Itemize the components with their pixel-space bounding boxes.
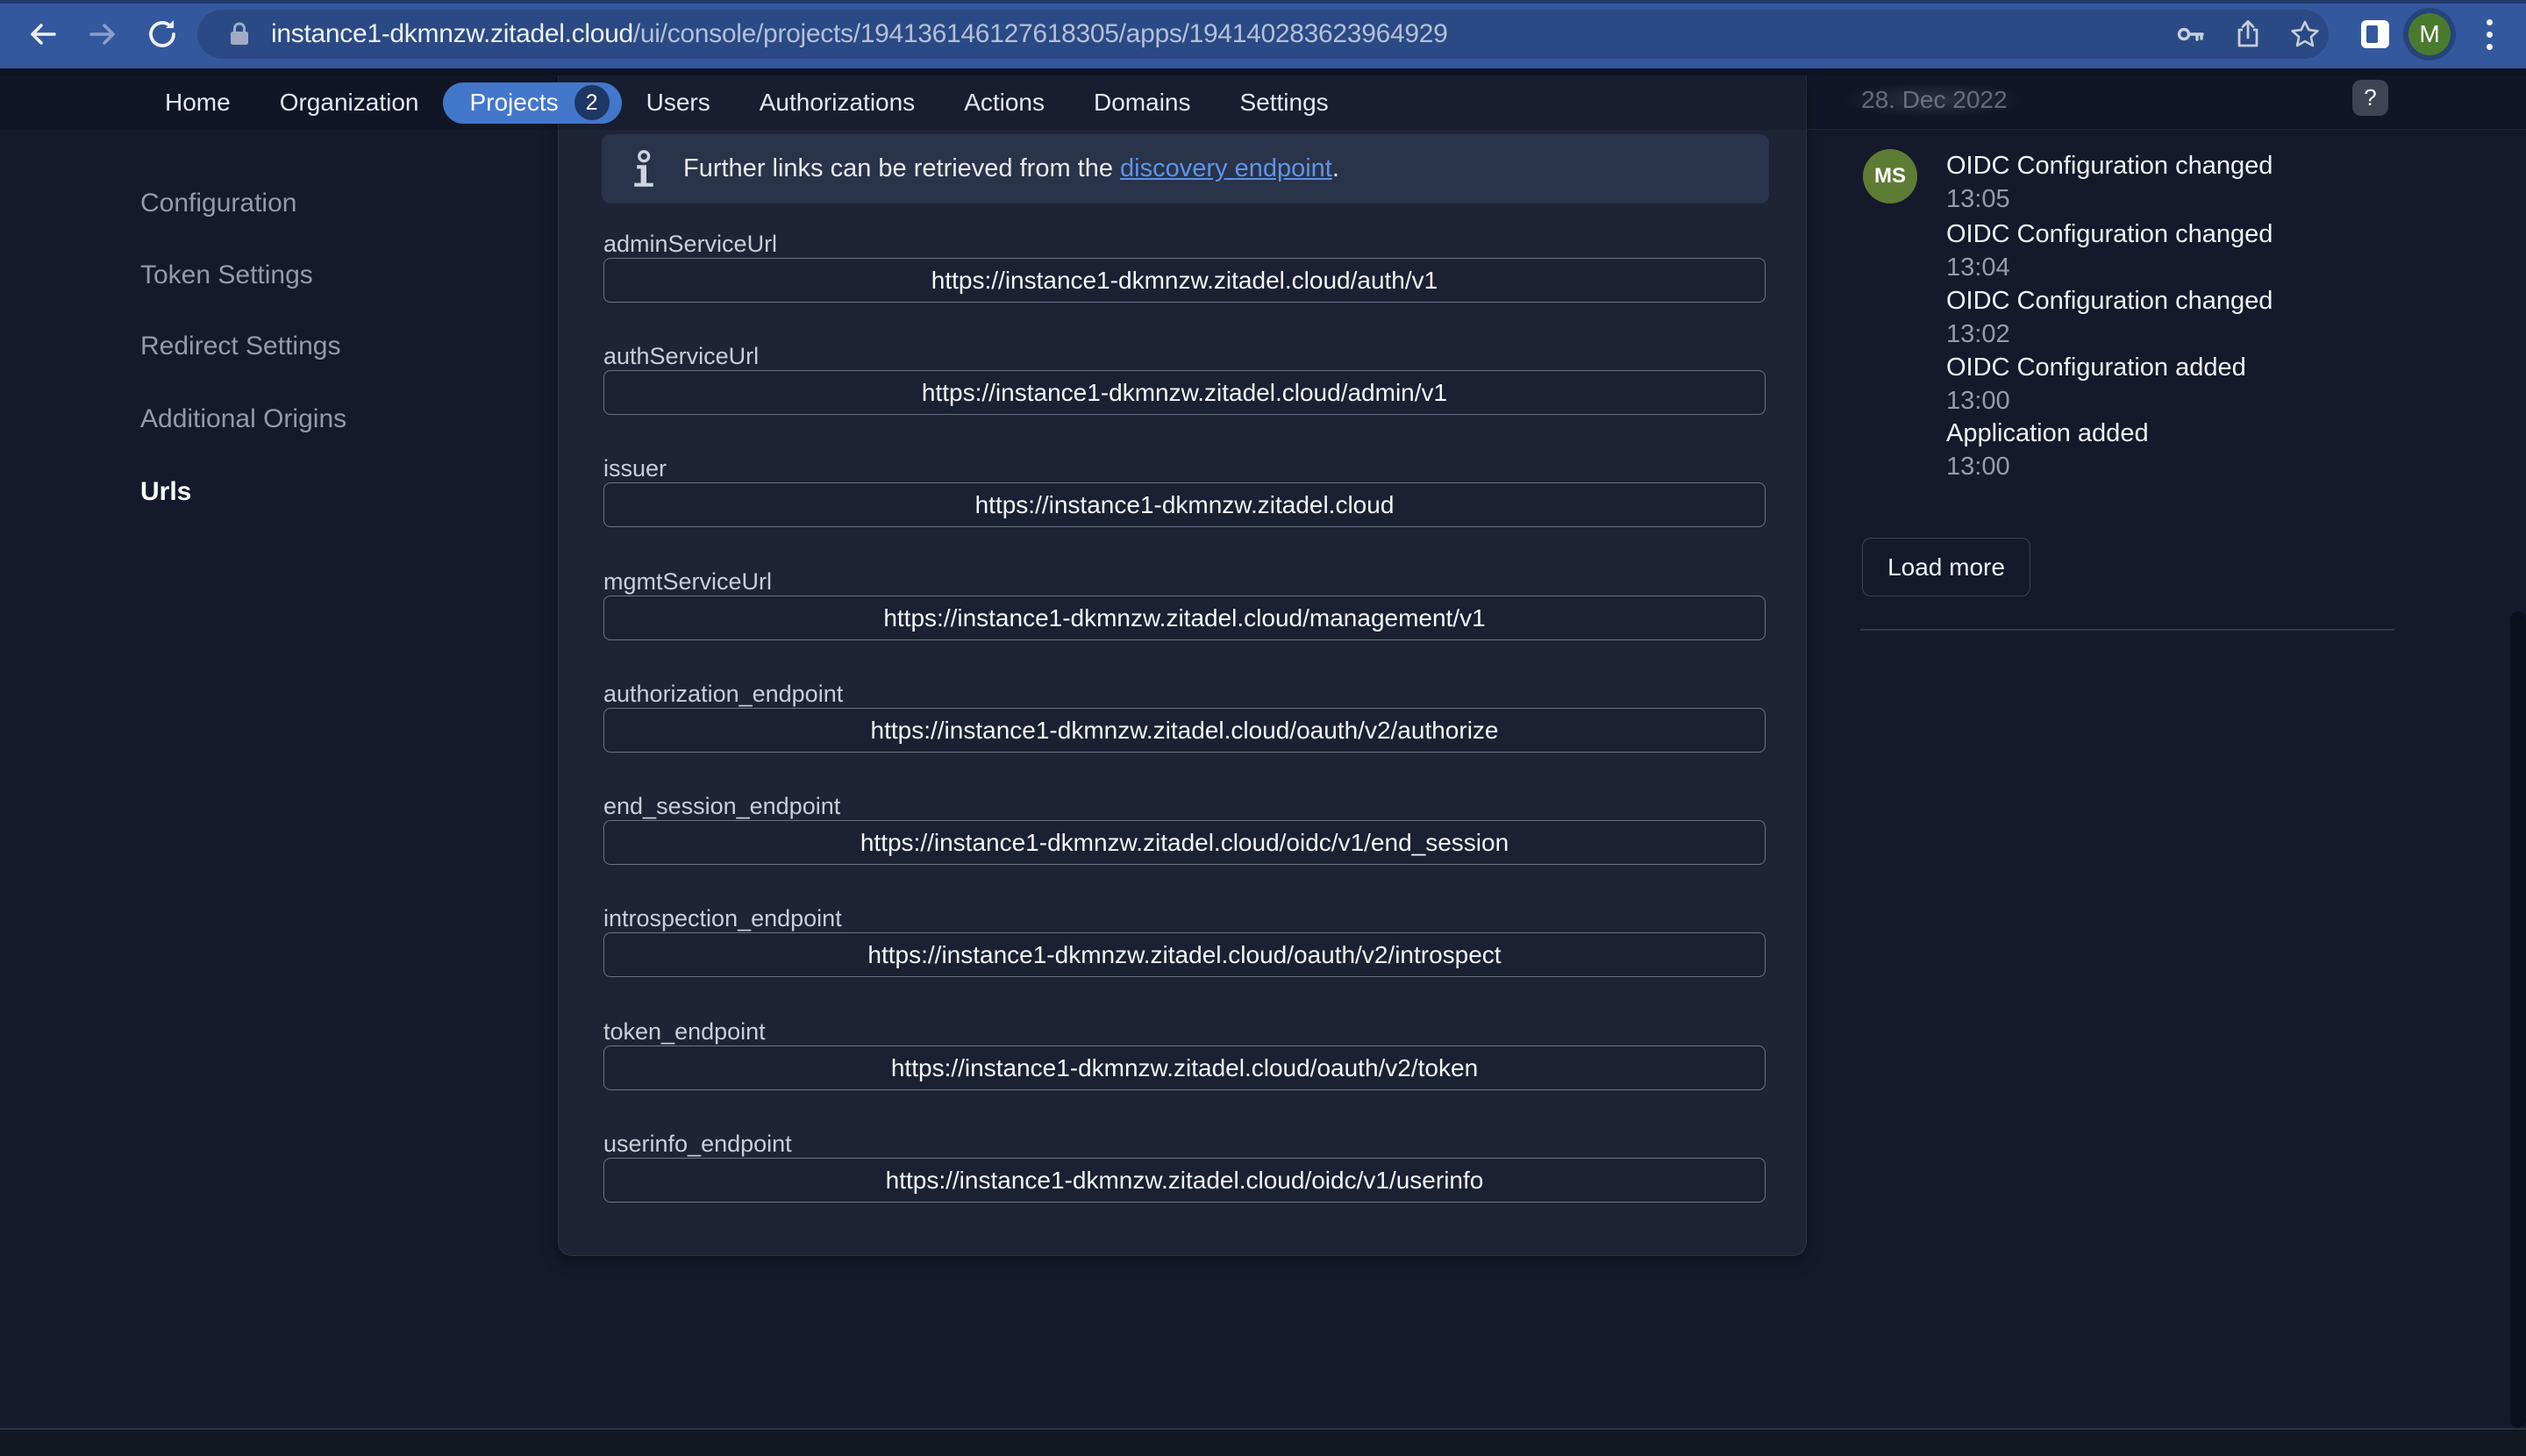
timeline-event: OIDC Configuration changed 13:02 <box>1946 287 2273 349</box>
field-label: token_endpoint <box>603 1018 766 1046</box>
field-label: authorization_endpoint <box>603 681 843 708</box>
sidebar-item-configuration[interactable]: Configuration <box>140 189 296 218</box>
tab-projects[interactable]: Projects 2 <box>443 82 621 124</box>
field-mgmtserviceurl: mgmtServiceUrl https://instance1-dkmnzw.… <box>602 568 1766 642</box>
address-bar[interactable]: instance1-dkmnzw.zitadel.cloud/ui/consol… <box>197 10 2329 59</box>
authserviceurl-input[interactable]: https://instance1-dkmnzw.zitadel.cloud/a… <box>603 370 1766 415</box>
userinfo-endpoint-input[interactable]: https://instance1-dkmnzw.zitadel.cloud/o… <box>603 1158 1766 1203</box>
projects-count-badge: 2 <box>574 85 610 120</box>
timeline-event: OIDC Configuration changed 13:05 <box>1946 152 2273 214</box>
timeline-event: OIDC Configuration added 13:00 <box>1946 353 2246 416</box>
key-icon[interactable] <box>2175 18 2207 50</box>
field-authorization-endpoint: authorization_endpoint https://instance1… <box>602 681 1766 754</box>
browser-profile-avatar[interactable]: M <box>2408 13 2451 55</box>
discovery-info-banner: Further links can be retrieved from the … <box>602 134 1769 203</box>
field-label: authServiceUrl <box>603 343 759 370</box>
event-title: OIDC Configuration changed <box>1946 220 2273 249</box>
sidebar-item-token-settings[interactable]: Token Settings <box>140 261 313 290</box>
back-icon <box>25 16 61 53</box>
reload-button[interactable] <box>142 14 182 54</box>
event-time: 13:00 <box>1946 453 2149 482</box>
help-button[interactable]: ? <box>2352 80 2388 116</box>
event-title: Application added <box>1946 419 2149 448</box>
lock-icon[interactable] <box>224 18 255 50</box>
page-footer <box>0 1430 2526 1456</box>
info-icon <box>625 148 660 190</box>
mgmtserviceurl-input[interactable]: https://instance1-dkmnzw.zitadel.cloud/m… <box>603 596 1766 640</box>
url-text: instance1-dkmnzw.zitadel.cloud/ui/consol… <box>271 10 1448 59</box>
timeline-bottom-divider <box>1860 629 2394 631</box>
side-panel-icon[interactable] <box>2361 20 2389 48</box>
tab-authorizations[interactable]: Authorizations <box>760 89 915 117</box>
event-time: 13:05 <box>1946 185 2273 214</box>
forward-button[interactable] <box>82 14 123 54</box>
back-button[interactable] <box>23 14 63 54</box>
forward-icon <box>84 16 121 53</box>
issuer-input[interactable]: https://instance1-dkmnzw.zitadel.cloud <box>603 482 1766 527</box>
browser-menu-icon[interactable] <box>2479 14 2500 54</box>
event-title: OIDC Configuration changed <box>1946 152 2273 181</box>
event-title: OIDC Configuration changed <box>1946 287 2273 316</box>
event-time: 13:00 <box>1946 387 2246 416</box>
tab-actions[interactable]: Actions <box>964 89 1045 117</box>
urls-card: Further links can be retrieved from the … <box>558 75 1807 1256</box>
field-token-endpoint: token_endpoint https://instance1-dkmnzw.… <box>602 1018 1766 1092</box>
field-adminserviceurl: adminServiceUrl https://instance1-dkmnzw… <box>602 231 1766 304</box>
field-introspection-endpoint: introspection_endpoint https://instance1… <box>602 905 1766 979</box>
browser-toolbar: instance1-dkmnzw.zitadel.cloud/ui/consol… <box>0 0 2526 68</box>
timeline-event: OIDC Configuration changed 13:04 <box>1946 220 2273 282</box>
field-userinfo-endpoint: userinfo_endpoint https://instance1-dkmn… <box>602 1131 1766 1204</box>
sidebar-item-urls[interactable]: Urls <box>140 477 191 507</box>
field-authserviceurl: authServiceUrl https://instance1-dkmnzw.… <box>602 343 1766 417</box>
introspection-endpoint-input[interactable]: https://instance1-dkmnzw.zitadel.cloud/o… <box>603 932 1766 977</box>
end-session-endpoint-input[interactable]: https://instance1-dkmnzw.zitadel.cloud/o… <box>603 820 1766 865</box>
zitadel-console-page: Further links can be retrieved from the … <box>0 0 2526 1456</box>
page-scrollbar-thumb[interactable] <box>2510 611 2526 1428</box>
sidebar-item-redirect-settings[interactable]: Redirect Settings <box>140 332 340 361</box>
timeline-top-divider <box>1807 129 2526 130</box>
token-endpoint-input[interactable]: https://instance1-dkmnzw.zitadel.cloud/o… <box>603 1046 1766 1090</box>
reload-icon <box>143 15 182 54</box>
field-label: adminServiceUrl <box>603 231 777 258</box>
tab-users[interactable]: Users <box>646 89 710 117</box>
event-time: 13:04 <box>1946 253 2273 282</box>
toolbar-bottom-edge <box>0 68 2526 75</box>
field-label: introspection_endpoint <box>603 905 842 932</box>
timeline-event: Application added 13:00 <box>1946 419 2149 482</box>
timeline-avatar: MS <box>1863 149 1917 203</box>
event-time: 13:02 <box>1946 320 2273 349</box>
discovery-endpoint-link[interactable]: discovery endpoint <box>1120 154 1332 182</box>
field-label: end_session_endpoint <box>603 793 840 820</box>
top-nav: Home Organization Projects 2 Users Autho… <box>0 75 2526 130</box>
load-more-button[interactable]: Load more <box>1862 538 2030 596</box>
field-label: issuer <box>603 455 667 482</box>
info-text: Further links can be retrieved from the … <box>683 154 1339 183</box>
field-label: mgmtServiceUrl <box>603 568 772 596</box>
star-icon[interactable] <box>2289 18 2321 50</box>
tab-organization[interactable]: Organization <box>280 89 419 117</box>
tab-domains[interactable]: Domains <box>1094 89 1190 117</box>
share-icon[interactable] <box>2232 18 2264 50</box>
tab-home[interactable]: Home <box>165 89 231 117</box>
field-label: userinfo_endpoint <box>603 1131 792 1158</box>
field-end-session-endpoint: end_session_endpoint https://instance1-d… <box>602 793 1766 867</box>
event-title: OIDC Configuration added <box>1946 353 2246 382</box>
authorization-endpoint-input[interactable]: https://instance1-dkmnzw.zitadel.cloud/o… <box>603 708 1766 753</box>
adminserviceurl-input[interactable]: https://instance1-dkmnzw.zitadel.cloud/a… <box>603 258 1766 303</box>
tab-settings[interactable]: Settings <box>1240 89 1329 117</box>
timeline-date-header: 28. Dec 2022 <box>1845 82 2023 118</box>
field-issuer: issuer https://instance1-dkmnzw.zitadel.… <box>602 455 1766 529</box>
sidebar-item-additional-origins[interactable]: Additional Origins <box>140 404 346 434</box>
